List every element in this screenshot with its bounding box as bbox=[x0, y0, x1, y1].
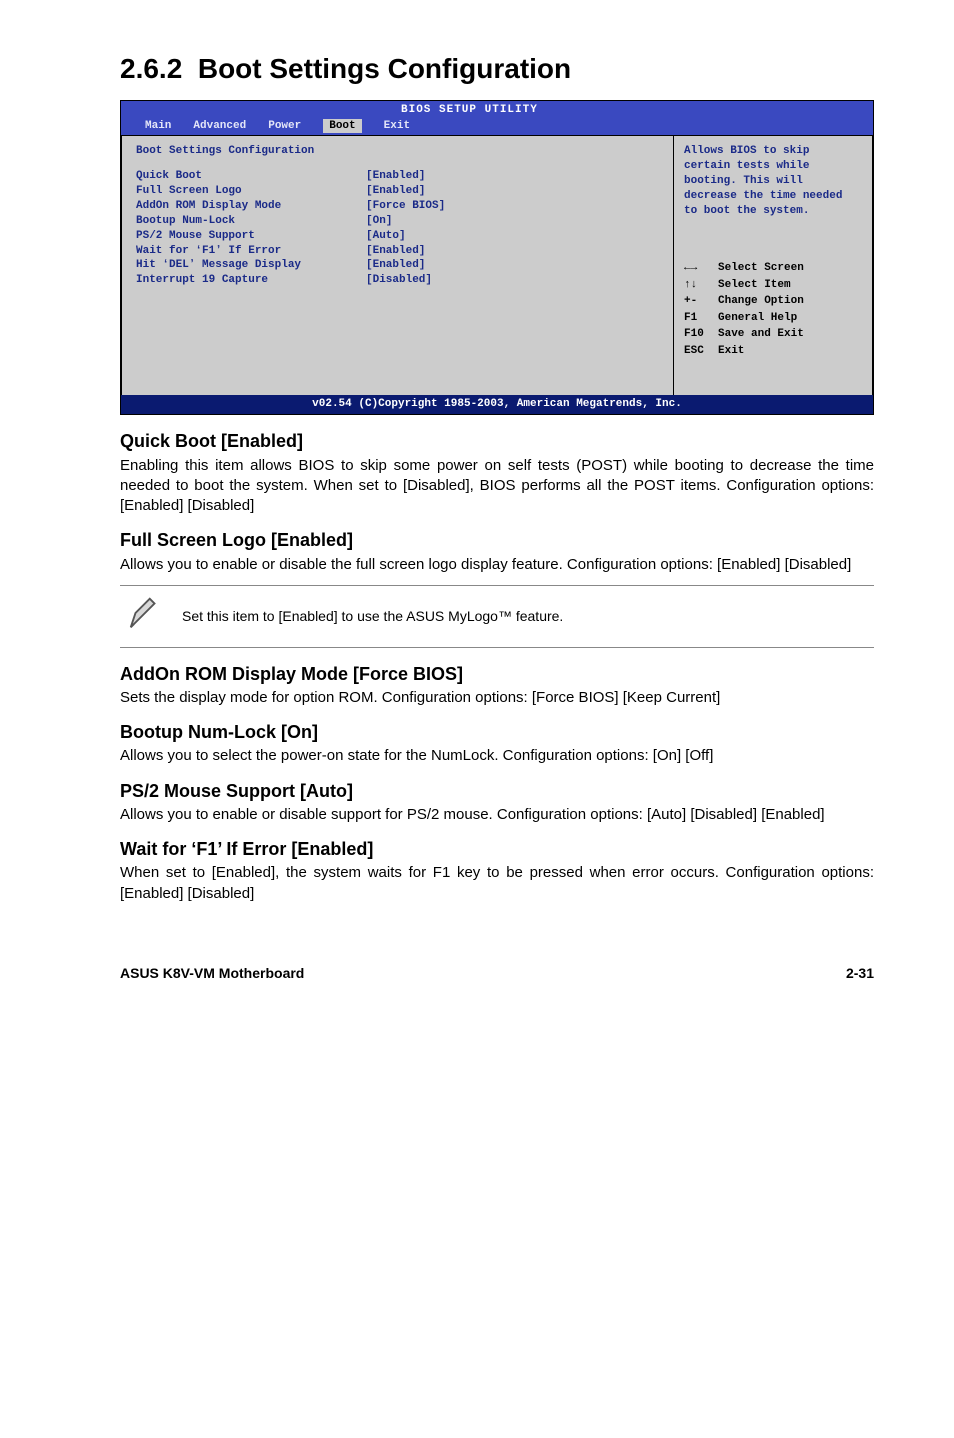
bios-item-addon-rom[interactable]: AddOn ROM Display Mode [Force BIOS] bbox=[136, 199, 659, 214]
page-footer: ASUS K8V-VM Motherboard 2-31 bbox=[120, 964, 874, 983]
bios-item-label: Hit ʻDELʼ Message Display bbox=[136, 258, 366, 273]
bios-item-label: Interrupt 19 Capture bbox=[136, 273, 366, 288]
bios-tabs: Main Advanced Power Boot Exit bbox=[121, 119, 873, 136]
bios-key-row: ESCExit bbox=[684, 343, 862, 360]
heading-wait-f1: Wait for ‘F1’ If Error [Enabled] bbox=[120, 837, 874, 861]
bios-item-label: Wait for ʻF1ʼ If Error bbox=[136, 244, 366, 259]
bios-title-row: BIOS SETUP UTILITY bbox=[121, 101, 873, 119]
section-number: 2.6.2 bbox=[120, 53, 182, 84]
bios-item-label: Full Screen Logo bbox=[136, 184, 366, 199]
paragraph-ps2-mouse: Allows you to enable or disable support … bbox=[120, 805, 874, 825]
heading-full-screen-logo: Full Screen Logo [Enabled] bbox=[120, 528, 874, 552]
bios-tab-exit[interactable]: Exit bbox=[384, 119, 410, 134]
heading-bootup-numlock: Bootup Num-Lock [On] bbox=[120, 720, 874, 744]
note-box: Set this item to [Enabled] to use the AS… bbox=[120, 585, 874, 648]
heading-ps2-mouse: PS/2 Mouse Support [Auto] bbox=[120, 779, 874, 803]
bios-key-desc: Change Option bbox=[718, 293, 804, 310]
bios-key: +- bbox=[684, 293, 718, 310]
bios-tab-main[interactable]: Main bbox=[145, 119, 171, 134]
note-text: Set this item to [Enabled] to use the AS… bbox=[182, 607, 563, 626]
bios-key: F1 bbox=[684, 310, 718, 327]
bios-item-quick-boot[interactable]: Quick Boot [Enabled] bbox=[136, 169, 659, 184]
bios-left-header: Boot Settings Configuration bbox=[136, 144, 659, 159]
bios-item-ps2-mouse[interactable]: PS/2 Mouse Support [Auto] bbox=[136, 229, 659, 244]
paragraph-bootup-numlock: Allows you to select the power-on state … bbox=[120, 746, 874, 766]
bios-item-value: [On] bbox=[366, 214, 392, 229]
bios-utility-title: BIOS SETUP UTILITY bbox=[401, 103, 538, 118]
bios-item-interrupt19[interactable]: Interrupt 19 Capture [Disabled] bbox=[136, 273, 659, 288]
bios-key: F10 bbox=[684, 326, 718, 343]
bios-key-row: ↑↓Select Item bbox=[684, 277, 862, 294]
paragraph-quick-boot: Enabling this item allows BIOS to skip s… bbox=[120, 456, 874, 517]
bios-item-value: [Enabled] bbox=[366, 184, 425, 199]
bios-item-wait-f1[interactable]: Wait for ʻF1ʼ If Error [Enabled] bbox=[136, 244, 659, 259]
bios-key-desc: Exit bbox=[718, 343, 744, 360]
bios-item-value: [Enabled] bbox=[366, 258, 425, 273]
bios-body: Boot Settings Configuration Quick Boot [… bbox=[121, 135, 873, 395]
bios-key-desc: Save and Exit bbox=[718, 326, 804, 343]
bios-key: ←→ bbox=[684, 260, 718, 277]
bios-tab-power[interactable]: Power bbox=[268, 119, 301, 134]
paragraph-full-screen-logo: Allows you to enable or disable the full… bbox=[120, 555, 874, 575]
bios-item-hit-del[interactable]: Hit ʻDELʼ Message Display [Enabled] bbox=[136, 258, 659, 273]
footer-left: ASUS K8V-VM Motherboard bbox=[120, 964, 304, 983]
bios-item-value: [Enabled] bbox=[366, 169, 425, 184]
section-title-text: Boot Settings Configuration bbox=[198, 53, 571, 84]
bios-item-value: [Auto] bbox=[366, 229, 406, 244]
paragraph-addon-rom: Sets the display mode for option ROM. Co… bbox=[120, 688, 874, 708]
bios-item-value: [Disabled] bbox=[366, 273, 432, 288]
bios-key-desc: Select Item bbox=[718, 277, 791, 294]
bios-key-row: F10Save and Exit bbox=[684, 326, 862, 343]
bios-key-legend: ←→Select Screen ↑↓Select Item +-Change O… bbox=[674, 246, 872, 369]
bios-key: ↑↓ bbox=[684, 277, 718, 294]
bios-item-label: Bootup Num-Lock bbox=[136, 214, 366, 229]
bios-key-desc: General Help bbox=[718, 310, 797, 327]
pencil-icon bbox=[126, 594, 164, 639]
bios-key-row: F1General Help bbox=[684, 310, 862, 327]
heading-quick-boot: Quick Boot [Enabled] bbox=[120, 429, 874, 453]
section-title: 2.6.2 Boot Settings Configuration bbox=[120, 50, 874, 88]
bios-item-label: Quick Boot bbox=[136, 169, 366, 184]
bios-item-label: AddOn ROM Display Mode bbox=[136, 199, 366, 214]
bios-help-text: Allows BIOS to skip certain tests while … bbox=[674, 136, 872, 246]
bios-key-desc: Select Screen bbox=[718, 260, 804, 277]
bios-key: ESC bbox=[684, 343, 718, 360]
bios-item-full-screen-logo[interactable]: Full Screen Logo [Enabled] bbox=[136, 184, 659, 199]
bios-right-panel: Allows BIOS to skip certain tests while … bbox=[673, 135, 873, 395]
footer-right: 2-31 bbox=[846, 964, 874, 983]
paragraph-wait-f1: When set to [Enabled], the system waits … bbox=[120, 863, 874, 904]
bios-tab-boot[interactable]: Boot bbox=[323, 119, 361, 134]
bios-setup-panel: BIOS SETUP UTILITY Main Advanced Power B… bbox=[120, 100, 874, 416]
bios-tab-advanced[interactable]: Advanced bbox=[193, 119, 246, 134]
bios-key-row: +-Change Option bbox=[684, 293, 862, 310]
bios-key-row: ←→Select Screen bbox=[684, 260, 862, 277]
heading-addon-rom: AddOn ROM Display Mode [Force BIOS] bbox=[120, 662, 874, 686]
bios-item-label: PS/2 Mouse Support bbox=[136, 229, 366, 244]
bios-item-value: [Enabled] bbox=[366, 244, 425, 259]
bios-footer: v02.54 (C)Copyright 1985-2003, American … bbox=[121, 395, 873, 414]
bios-item-value: [Force BIOS] bbox=[366, 199, 445, 214]
bios-left-panel: Boot Settings Configuration Quick Boot [… bbox=[121, 135, 673, 395]
bios-item-numlock[interactable]: Bootup Num-Lock [On] bbox=[136, 214, 659, 229]
